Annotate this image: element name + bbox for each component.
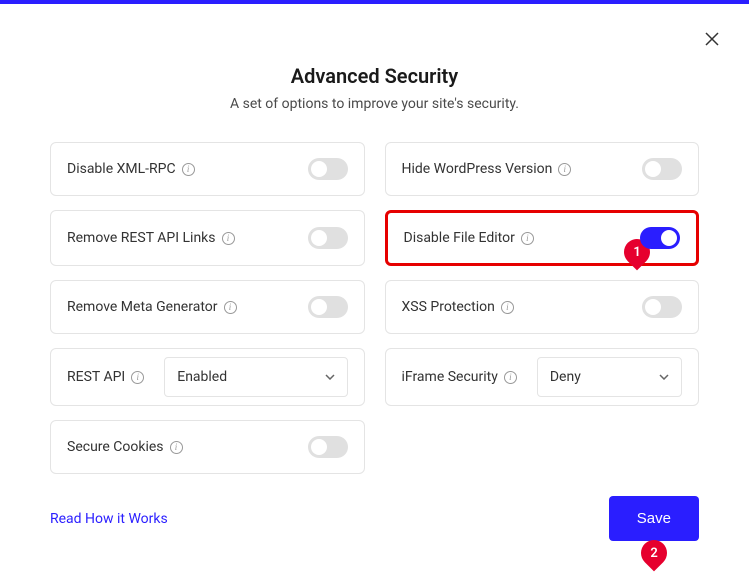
label-text: Hide WordPress Version	[402, 161, 553, 177]
info-icon[interactable]: i	[521, 232, 534, 245]
options-grid: Disable XML-RPC i Hide WordPress Version…	[0, 142, 749, 474]
label-text: Secure Cookies	[67, 439, 164, 455]
label-text: Remove Meta Generator	[67, 299, 218, 315]
info-icon[interactable]: i	[558, 163, 571, 176]
info-icon[interactable]: i	[224, 301, 237, 314]
info-icon[interactable]: i	[504, 371, 517, 384]
close-icon	[705, 32, 719, 46]
option-label: XSS Protection i	[402, 299, 514, 315]
option-iframe-security: iFrame Security i Deny	[385, 348, 700, 406]
label-text: iFrame Security	[402, 369, 498, 385]
option-disable-file-editor: Disable File Editor i 1	[385, 210, 700, 266]
page-subtitle: A set of options to improve your site's …	[0, 96, 749, 112]
option-remove-rest-links: Remove REST API Links i	[50, 210, 365, 266]
chevron-down-icon	[659, 374, 669, 380]
toggle-xss-protection[interactable]	[642, 296, 682, 318]
option-label: Secure Cookies i	[67, 439, 183, 455]
label-text: Disable File Editor	[404, 230, 515, 246]
info-icon[interactable]: i	[222, 232, 235, 245]
label-text: Remove REST API Links	[67, 230, 216, 246]
toggle-disable-file-editor[interactable]	[640, 227, 680, 249]
info-icon[interactable]: i	[501, 301, 514, 314]
toggle-remove-rest-links[interactable]	[308, 227, 348, 249]
option-secure-cookies: Secure Cookies i	[50, 420, 365, 474]
info-icon[interactable]: i	[131, 371, 144, 384]
option-label: Remove REST API Links i	[67, 230, 235, 246]
toggle-remove-meta-gen[interactable]	[308, 296, 348, 318]
option-remove-meta-gen: Remove Meta Generator i	[50, 280, 365, 334]
toggle-hide-wp-version[interactable]	[642, 158, 682, 180]
header: Advanced Security A set of options to im…	[0, 4, 749, 142]
label-text: REST API	[67, 369, 125, 385]
select-value: Deny	[550, 369, 581, 385]
option-label: Hide WordPress Version i	[402, 161, 572, 177]
option-rest-api: REST API i Enabled	[50, 348, 365, 406]
option-label: Disable XML-RPC i	[67, 161, 195, 177]
page-title: Advanced Security	[0, 64, 749, 88]
footer: Read How it Works Save	[50, 496, 699, 541]
save-button[interactable]: Save	[609, 496, 699, 541]
label-text: XSS Protection	[402, 299, 495, 315]
option-hide-wp-version: Hide WordPress Version i	[385, 142, 700, 196]
toggle-secure-cookies[interactable]	[308, 436, 348, 458]
select-rest-api[interactable]: Enabled	[164, 357, 347, 397]
select-value: Enabled	[177, 369, 227, 385]
info-icon[interactable]: i	[170, 441, 183, 454]
option-disable-xmlrpc: Disable XML-RPC i	[50, 142, 365, 196]
option-label: Disable File Editor i	[404, 230, 534, 246]
option-label: iFrame Security i	[402, 369, 517, 385]
toggle-disable-xmlrpc[interactable]	[308, 158, 348, 180]
chevron-down-icon	[325, 374, 335, 380]
read-how-link[interactable]: Read How it Works	[50, 511, 168, 527]
info-icon[interactable]: i	[182, 163, 195, 176]
close-button[interactable]	[705, 30, 719, 51]
option-label: REST API i	[67, 369, 144, 385]
label-text: Disable XML-RPC	[67, 161, 176, 177]
select-iframe-security[interactable]: Deny	[537, 357, 682, 397]
option-xss-protection: XSS Protection i	[385, 280, 700, 334]
option-label: Remove Meta Generator i	[67, 299, 237, 315]
